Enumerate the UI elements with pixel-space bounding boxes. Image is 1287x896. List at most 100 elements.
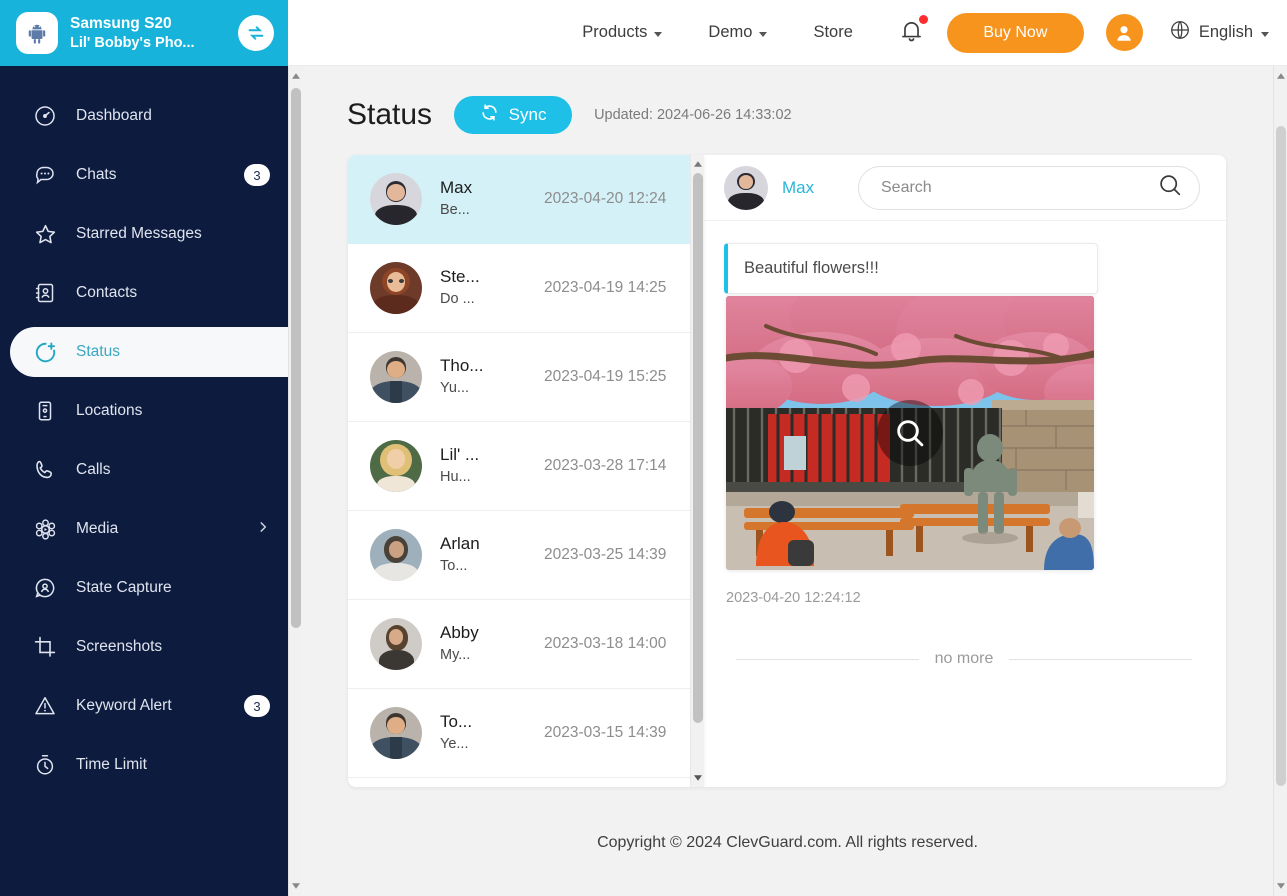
scrollbar-thumb[interactable] xyxy=(1276,126,1286,786)
chevron-down-icon xyxy=(654,31,663,37)
chevron-right-icon xyxy=(256,520,270,539)
sidebar-item-label: Dashboard xyxy=(76,107,152,124)
scroll-down-arrow-icon[interactable] xyxy=(1274,878,1287,894)
timer-icon xyxy=(32,752,58,778)
sidebar-item-label: Locations xyxy=(76,402,143,419)
end-of-list-label: no more xyxy=(934,650,994,667)
sidebar-item-locations[interactable]: Locations xyxy=(10,386,288,436)
status-preview: Hu... xyxy=(440,469,471,486)
scroll-down-arrow-icon[interactable] xyxy=(691,770,704,786)
device-header: Samsung S20 Lil' Bobby's Pho... xyxy=(0,0,288,66)
nav-products[interactable]: Products xyxy=(559,23,685,42)
top-navigation: Products Demo Store Buy Now English xyxy=(288,0,1287,66)
scrollbar-thumb[interactable] xyxy=(693,173,703,723)
status-time: 2023-04-19 14:25 xyxy=(544,279,667,296)
status-time: 2023-03-15 14:39 xyxy=(544,724,667,741)
scroll-up-arrow-icon[interactable] xyxy=(691,156,704,172)
refresh-icon xyxy=(480,103,499,127)
contact-name: Lil' ... xyxy=(440,444,480,464)
sidebar-item-time-limit[interactable]: Time Limit xyxy=(10,740,288,790)
search-box[interactable] xyxy=(858,165,1200,210)
detail-body: Beautiful flowers!!! 2023-04-20 12:24:12… xyxy=(704,221,1226,787)
table-row[interactable]: To... Ye... 2023-03-15 14:39 xyxy=(348,689,690,778)
status-time: 2023-03-18 14:00 xyxy=(544,635,667,652)
language-selector[interactable]: English xyxy=(1169,19,1269,46)
end-of-list-divider: no more xyxy=(736,650,1193,668)
sidebar-item-keyword-alert[interactable]: Keyword Alert 3 xyxy=(10,681,288,731)
status-list-scrollbar[interactable] xyxy=(690,155,704,787)
scroll-down-arrow-icon[interactable] xyxy=(289,878,303,894)
table-row[interactable]: Lil' ... Hu... 2023-03-28 17:14 xyxy=(348,422,690,511)
globe-icon xyxy=(1169,19,1191,46)
status-panels: Max Be... 2023-04-20 12:24 Ste... Do ...… xyxy=(348,155,1226,787)
table-row[interactable]: Max Be... 2023-04-20 12:24 xyxy=(348,155,690,244)
sidebar-item-label: Contacts xyxy=(76,284,138,301)
state-capture-icon xyxy=(32,575,58,601)
sidebar-item-label: Calls xyxy=(76,461,111,478)
row-text: To... Ye... xyxy=(440,710,526,756)
magnify-icon[interactable] xyxy=(877,400,943,466)
nav-demo-label: Demo xyxy=(708,23,753,41)
sidebar-item-label: Keyword Alert xyxy=(76,697,172,714)
status-preview: Do ... xyxy=(440,291,475,308)
nav-store[interactable]: Store xyxy=(790,23,875,42)
scrollbar-thumb[interactable] xyxy=(291,88,301,628)
sidebar-item-label: Chats xyxy=(76,166,117,183)
table-row[interactable]: Arlan To... 2023-03-25 14:39 xyxy=(348,511,690,600)
scroll-up-arrow-icon[interactable] xyxy=(1274,68,1287,84)
sidebar-item-screenshots[interactable]: Screenshots xyxy=(10,622,288,672)
contact-name: Arlan xyxy=(440,533,480,553)
table-row[interactable]: Abby My... 2023-03-18 14:00 xyxy=(348,600,690,689)
sidebar-item-calls[interactable]: Calls xyxy=(10,445,288,495)
notification-bell-button[interactable] xyxy=(876,14,947,49)
row-text: Max Be... xyxy=(440,176,526,222)
contacts-icon xyxy=(32,280,58,306)
sidebar-nav: Dashboard Chats 3 Starred Messages Conta… xyxy=(0,66,288,790)
avatar xyxy=(370,440,422,492)
row-text: Ste... Do ... xyxy=(440,265,526,311)
sidebar-item-media[interactable]: Media xyxy=(10,504,288,554)
status-post: Beautiful flowers!!! 2023-04-20 12:24:12 xyxy=(724,243,1098,606)
sidebar-item-status[interactable]: Status xyxy=(10,327,288,377)
warning-icon xyxy=(32,693,58,719)
sync-label: Sync xyxy=(508,105,547,124)
sidebar-scrollbar[interactable] xyxy=(288,66,302,896)
buy-now-button[interactable]: Buy Now xyxy=(946,12,1084,53)
sidebar-item-contacts[interactable]: Contacts xyxy=(10,268,288,318)
nav-demo[interactable]: Demo xyxy=(685,23,790,42)
chat-bubble-icon xyxy=(32,162,58,188)
sidebar-item-dashboard[interactable]: Dashboard xyxy=(10,91,288,141)
dashboard-icon xyxy=(32,103,58,129)
sidebar-item-state-capture[interactable]: State Capture xyxy=(10,563,288,613)
search-icon[interactable] xyxy=(1157,172,1183,203)
table-row[interactable]: Ste... Do ... 2023-04-19 14:25 xyxy=(348,244,690,333)
detail-contact-name: Max xyxy=(782,177,815,197)
avatar xyxy=(370,262,422,314)
contact-name: Tho... xyxy=(440,355,484,375)
status-time: 2023-04-19 15:25 xyxy=(544,368,667,385)
page-header: Status Sync Updated: 2024-06-26 14:33:02 xyxy=(302,66,1273,134)
user-avatar-icon[interactable] xyxy=(1105,14,1143,51)
nav-store-label: Store xyxy=(813,23,853,41)
sidebar-item-starred-messages[interactable]: Starred Messages xyxy=(10,209,288,259)
crop-icon xyxy=(32,634,58,660)
star-icon xyxy=(32,221,58,247)
sync-button[interactable]: Sync xyxy=(454,96,573,134)
search-input[interactable] xyxy=(881,178,1157,197)
page-scrollbar[interactable] xyxy=(1273,66,1287,896)
table-row[interactable]: Tho... Yu... 2023-04-19 15:25 xyxy=(348,333,690,422)
status-post-image[interactable] xyxy=(726,296,1094,570)
row-text: Lil' ... Hu... xyxy=(440,443,526,489)
app-root: Samsung S20 Lil' Bobby's Pho... Dashboar… xyxy=(0,0,1287,896)
switch-device-icon[interactable] xyxy=(238,15,274,51)
scroll-up-arrow-icon[interactable] xyxy=(289,68,303,84)
sidebar-item-label: Status xyxy=(76,343,120,360)
location-phone-icon xyxy=(32,398,58,424)
avatar xyxy=(370,707,422,759)
page-title: Status xyxy=(347,98,433,131)
nav-products-label: Products xyxy=(582,23,648,41)
sidebar-item-label: Time Limit xyxy=(76,756,147,773)
contact-name: To... xyxy=(440,711,473,731)
status-time: 2023-03-25 14:39 xyxy=(544,546,667,563)
sidebar-item-chats[interactable]: Chats 3 xyxy=(10,150,288,200)
